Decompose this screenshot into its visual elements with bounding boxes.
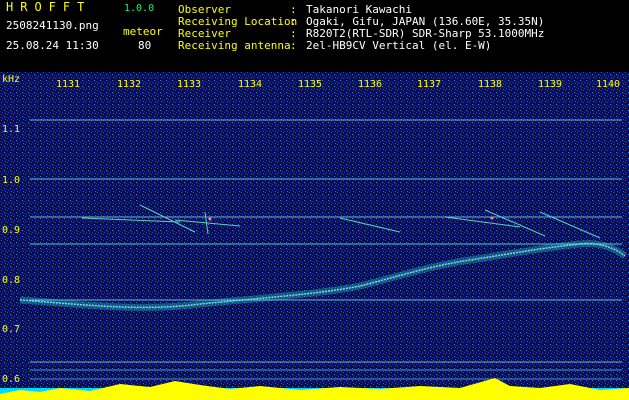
x-tick-label: 1131 (55, 79, 81, 90)
y-tick-label: 0.9 (2, 225, 21, 236)
x-tick-label: 1139 (537, 79, 563, 90)
x-tick-label: 1136 (357, 79, 383, 90)
y-tick-label: 0.7 (2, 324, 21, 335)
info-label-antenna: Receiving antenna (178, 39, 291, 52)
timestamp: 25.08.24 11:30 (6, 39, 99, 52)
app-title: HROFFT (6, 0, 92, 14)
info-value-antenna: 2el-HB9CV Vertical (el. E-W) (306, 39, 492, 52)
meteor-count: 80 (138, 39, 152, 52)
app-version: 1.0.0 (124, 3, 155, 14)
x-tick-label: 1134 (237, 79, 263, 90)
file-name: 2508241130.png (6, 19, 99, 32)
y-tick-label: 0.6 (2, 374, 21, 385)
info-colon: : (290, 39, 297, 52)
x-tick-label: 1140 (595, 79, 621, 90)
x-tick-label: 1133 (176, 79, 202, 90)
noise-background (0, 72, 629, 400)
y-axis-unit: kHz (2, 74, 21, 85)
hrofft-window: HROFFT 1.0.0 2508241130.png meteor 25.08… (0, 0, 629, 400)
meteor-label: meteor (123, 25, 163, 38)
spectrogram-canvas (0, 72, 629, 400)
y-tick-label: 1.1 (2, 124, 21, 135)
y-tick-label: 0.8 (2, 275, 21, 286)
y-tick-label: 1.0 (2, 175, 21, 186)
x-tick-label: 1135 (297, 79, 323, 90)
spectrogram-plot (0, 72, 629, 400)
x-tick-label: 1132 (116, 79, 142, 90)
x-tick-label: 1137 (416, 79, 442, 90)
x-tick-label: 1138 (477, 79, 503, 90)
